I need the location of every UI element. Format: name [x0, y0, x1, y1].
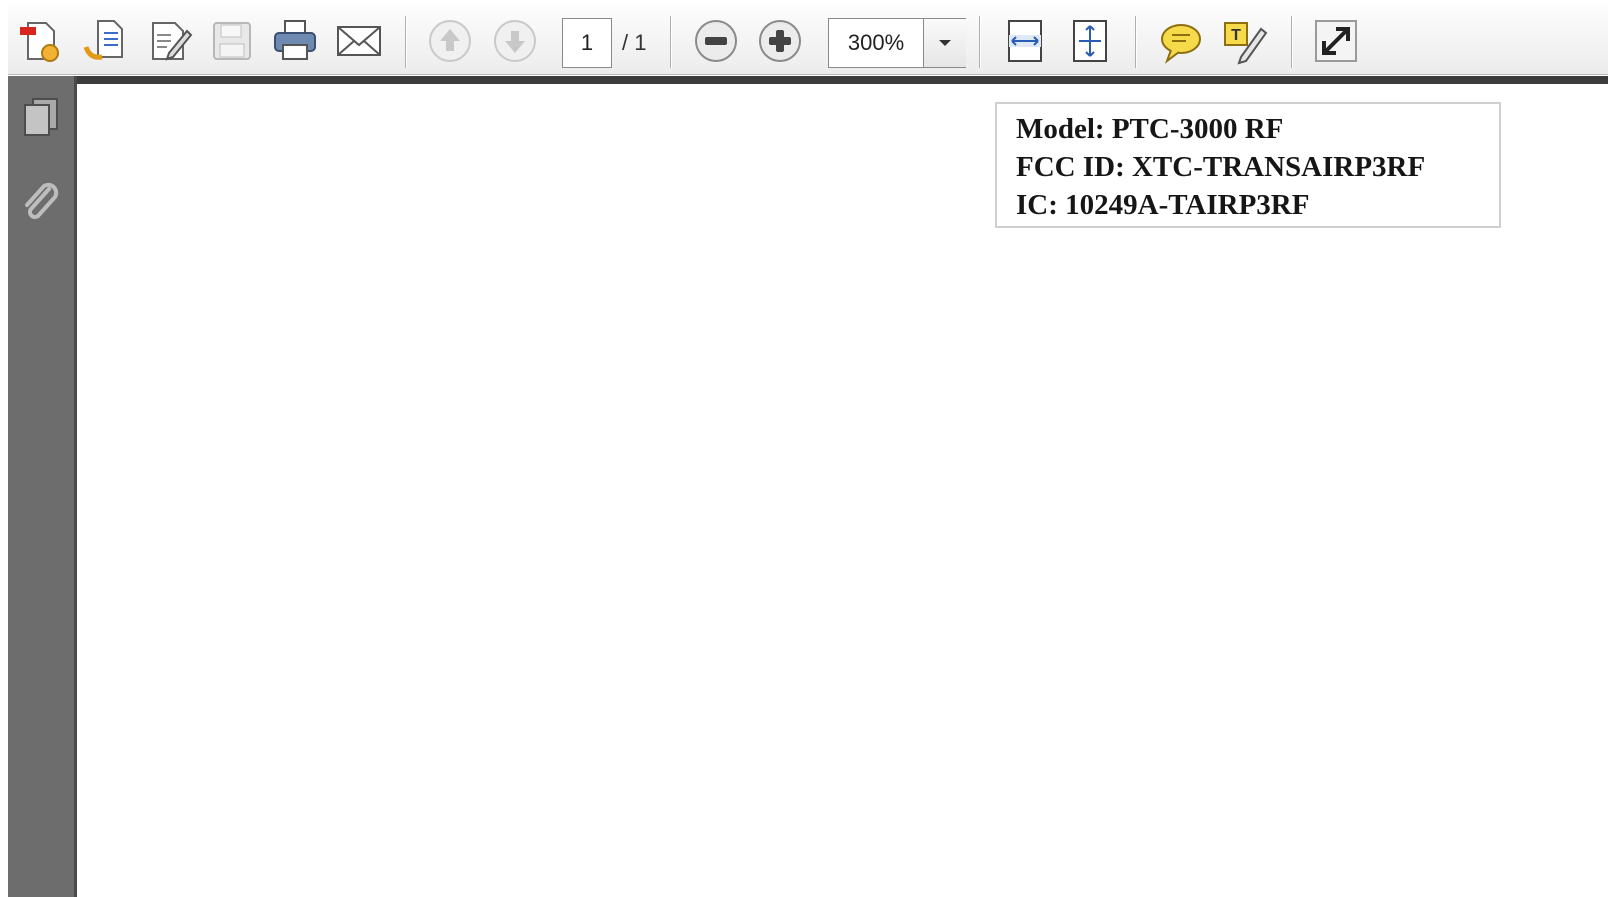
- edit-icon[interactable]: [143, 15, 195, 67]
- fcc-id-line: FCC ID: XTC-TRANSAIRP3RF: [1016, 151, 1426, 183]
- model-line: Model: PTC-3000 RF: [1016, 113, 1284, 145]
- toolbar-shadow: [8, 76, 1608, 84]
- full-screen-icon[interactable]: [1310, 15, 1362, 67]
- page-number-input[interactable]: 1: [562, 18, 612, 68]
- create-pdf-icon[interactable]: [14, 15, 66, 67]
- page-total-label: / 1: [622, 30, 647, 55]
- attachments-icon[interactable]: [14, 174, 68, 228]
- pages-icon[interactable]: [14, 90, 68, 144]
- next-page-icon[interactable]: [489, 15, 541, 67]
- previous-page-icon[interactable]: [424, 15, 476, 67]
- navigation-pane: [8, 76, 77, 897]
- chevron-down-icon[interactable]: [923, 19, 966, 67]
- window-edge: [0, 0, 8, 897]
- toolbar-separator: [405, 16, 406, 68]
- zoom-value[interactable]: 300%: [829, 19, 923, 67]
- toolbar: 1 / 1 300% T: [8, 4, 1608, 75]
- toolbar-separator: [979, 16, 980, 68]
- toolbar-separator: [1135, 16, 1136, 68]
- label-text-box: Model: PTC-3000 RF FCC ID: XTC-TRANSAIRP…: [995, 102, 1501, 228]
- toolbar-separator: [1291, 16, 1292, 68]
- zoom-in-icon[interactable]: [754, 15, 806, 67]
- print-icon[interactable]: [269, 15, 321, 67]
- save-icon[interactable]: [206, 15, 258, 67]
- email-icon[interactable]: [333, 15, 385, 67]
- ic-line: IC: 10249A-TAIRP3RF: [1016, 189, 1310, 221]
- comment-icon[interactable]: [1155, 15, 1207, 67]
- sign-icon[interactable]: T: [1219, 15, 1271, 67]
- zoom-out-icon[interactable]: [690, 15, 742, 67]
- fit-page-icon[interactable]: [1064, 15, 1116, 67]
- combine-files-icon[interactable]: [78, 15, 130, 67]
- toolbar-separator: [670, 16, 671, 68]
- fit-width-icon[interactable]: [999, 15, 1051, 67]
- zoom-select[interactable]: 300%: [828, 18, 966, 68]
- svg-text:T: T: [1231, 27, 1241, 44]
